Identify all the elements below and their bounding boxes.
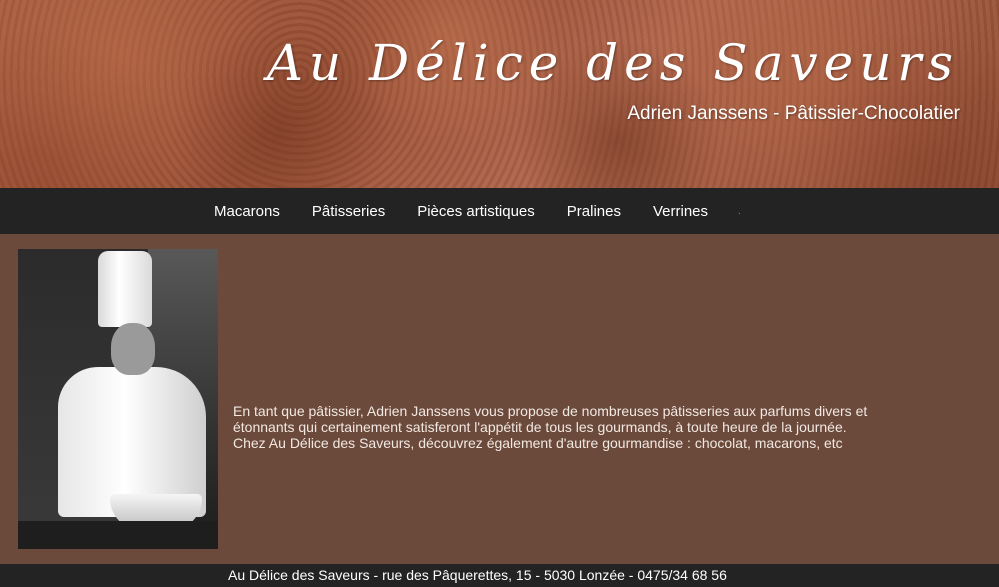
intro-line: Chez Au Délice des Saveurs, découvrez ég… [233, 435, 843, 451]
header-banner: Au Délice des Saveurs Adrien Janssens - … [0, 0, 999, 188]
nav-item-verrines[interactable]: Verrines [637, 203, 724, 220]
footer-address: Au Délice des Saveurs - rue des Pâqueret… [228, 567, 727, 583]
nav-item-pieces-artistiques[interactable]: Pièces artistiques [401, 203, 551, 220]
nav-item-macarons[interactable]: Macarons [198, 203, 296, 220]
intro-line: étonnants qui certainement satisferont l… [233, 419, 847, 435]
nav-separator-dot: . [738, 205, 741, 217]
nav-item-pralines[interactable]: Pralines [551, 203, 637, 220]
footer-bar: Au Délice des Saveurs - rue des Pâqueret… [0, 564, 999, 587]
intro-text: En tant que pâtissier, Adrien Janssens v… [233, 403, 953, 451]
site-logo-title: Au Délice des Saveurs [266, 34, 959, 92]
intro-line: En tant que pâtissier, Adrien Janssens v… [233, 403, 868, 419]
site-subtitle: Adrien Janssens - Pâtissier-Chocolatier [627, 103, 960, 124]
nav-item-patisseries[interactable]: Pâtisseries [296, 203, 401, 220]
chef-photo [18, 249, 218, 549]
main-navigation: Macarons Pâtisseries Pièces artistiques … [0, 188, 999, 234]
